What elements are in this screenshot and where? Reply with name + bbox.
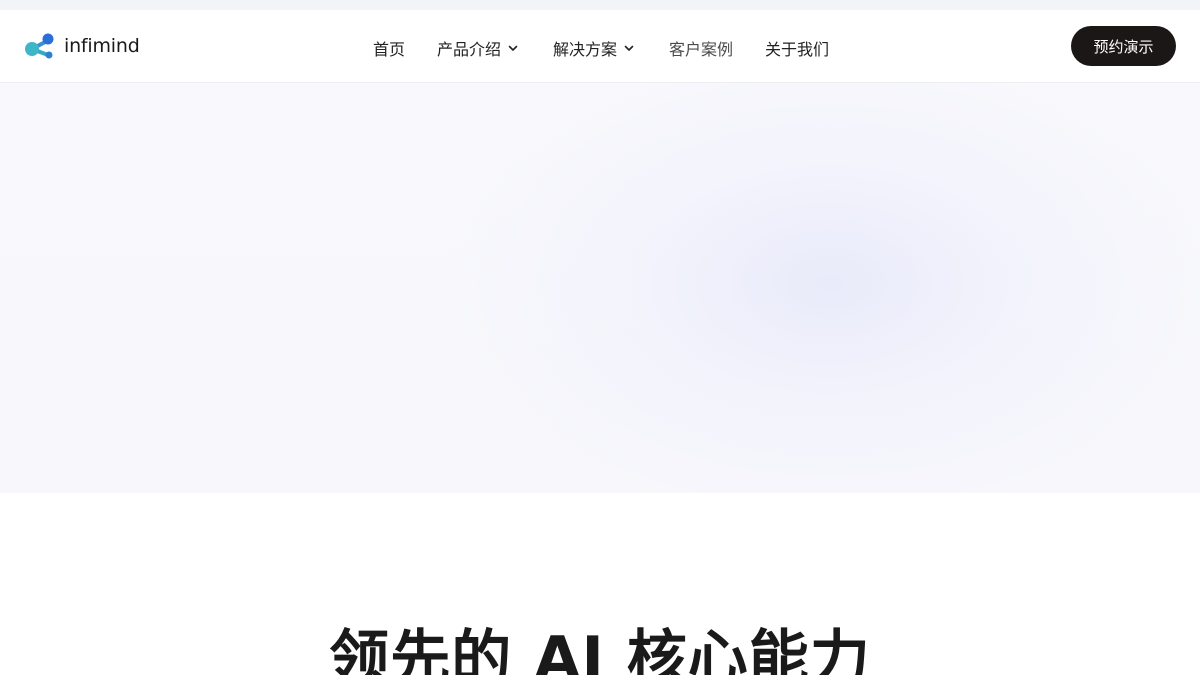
nav-item-cases[interactable]: 客户案例 [669, 36, 733, 60]
section-title: 领先的 AI 核心能力 [329, 624, 871, 675]
nav-item-label: 产品介绍 [437, 40, 502, 59]
nav-item-label: 关于我们 [765, 40, 830, 59]
hero-section [0, 83, 1200, 493]
book-demo-button[interactable]: 预约演示 [1071, 26, 1176, 66]
brand-logo[interactable]: infimind [24, 31, 140, 61]
chevron-down-icon [507, 39, 519, 58]
logo-mark-icon [24, 32, 56, 60]
nav-item-label: 解决方案 [553, 40, 618, 59]
nav-item-products[interactable]: 产品介绍 [437, 36, 519, 60]
nav-item-about[interactable]: 关于我们 [765, 36, 829, 60]
nav-item-label: 首页 [373, 40, 406, 59]
page: infimind 首页 产品介绍 解决方案 客户案例 关于我们 预约演示 领先的… [0, 0, 1200, 675]
nav-item-solutions[interactable]: 解决方案 [553, 36, 635, 60]
brand-name: infimind [64, 35, 140, 57]
chevron-down-icon [623, 39, 635, 58]
main-nav: 首页 产品介绍 解决方案 客户案例 关于我们 [0, 10, 1200, 82]
nav-item-label: 客户案例 [669, 40, 734, 59]
nav-item-home[interactable]: 首页 [373, 36, 405, 60]
top-strip [0, 0, 1200, 10]
site-header: infimind 首页 产品介绍 解决方案 客户案例 关于我们 预约演示 [0, 10, 1200, 83]
